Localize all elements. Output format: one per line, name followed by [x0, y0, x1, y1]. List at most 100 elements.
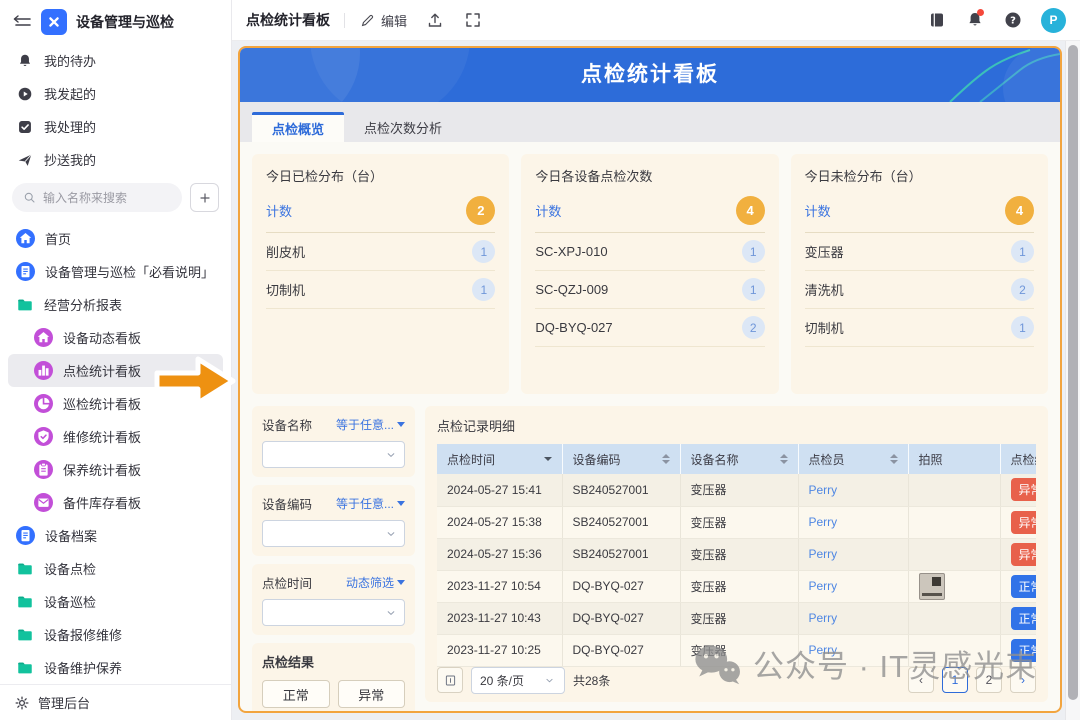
sidebar-item-device-patrol[interactable]: 设备巡检	[8, 585, 223, 618]
sidebar-item-label: 我的待办	[44, 51, 96, 70]
sidebar-item-device-maintenance[interactable]: 设备维护保养	[8, 651, 223, 684]
sidebar-item-device-inspection[interactable]: 设备点检	[8, 552, 223, 585]
sidebar-item-label: 设备巡检	[44, 592, 96, 611]
caret-down-icon	[397, 501, 405, 506]
filter-panel: 设备名称 等于任意... 设备编码 等于任意...	[252, 406, 415, 713]
sidebar-item-label: 点检统计看板	[63, 361, 141, 380]
lower-row: 设备名称 等于任意... 设备编码 等于任意...	[252, 406, 1048, 713]
count-badge: 4	[736, 196, 765, 225]
device-code-select[interactable]	[262, 520, 405, 547]
count-label[interactable]: 计数	[535, 201, 561, 220]
list-item[interactable]: DQ-BYQ-027 2	[535, 309, 764, 347]
home-icon	[34, 328, 53, 347]
dashboard-container: 点检统计看板 点检概览 点检次数分析 今日已检分布（台） 计数 2	[238, 46, 1062, 713]
next-page-button[interactable]: ›	[1010, 667, 1036, 693]
value-badge: 1	[472, 278, 495, 301]
column-header-code[interactable]: 设备编码	[562, 444, 680, 474]
tab-inspection-frequency[interactable]: 点检次数分析	[344, 112, 462, 142]
list-item[interactable]: SC-QZJ-009 1	[535, 271, 764, 309]
sidebar-group-analysis-reports[interactable]: 经营分析报表	[8, 288, 223, 321]
search-input[interactable]: 输入名称来搜索	[12, 183, 182, 212]
sidebar-item-label: 我处理的	[44, 117, 96, 136]
docs-button[interactable]	[927, 10, 947, 30]
sidebar-item-repair-dashboard[interactable]: 维修统计看板	[8, 420, 223, 453]
filter-inspection-result: 点检结果 正常 异常	[252, 643, 415, 713]
inspector-link[interactable]: Perry	[809, 579, 838, 593]
photo-thumbnail[interactable]	[919, 573, 945, 600]
filter-operator-dropdown[interactable]: 等于任意...	[336, 416, 405, 433]
sidebar-item-home[interactable]: 首页	[8, 222, 223, 255]
filter-result-normal-button[interactable]: 正常	[262, 680, 330, 708]
filter-result-abnormal-button[interactable]: 异常	[338, 680, 406, 708]
column-header-name[interactable]: 设备名称	[680, 444, 798, 474]
column-header-time[interactable]: 点检时间	[437, 444, 562, 474]
column-header-photo[interactable]: 拍照	[908, 444, 1000, 474]
filter-label: 设备名称	[262, 415, 312, 434]
page-size-select[interactable]: 20 条/页	[471, 667, 565, 694]
prev-page-button[interactable]: ‹	[908, 667, 934, 693]
filter-label: 点检时间	[262, 573, 312, 592]
list-item[interactable]: 切制机 1	[266, 271, 495, 309]
count-label[interactable]: 计数	[805, 201, 831, 220]
filter-operator-dropdown[interactable]: 等于任意...	[336, 495, 405, 512]
list-item[interactable]: 变压器 1	[805, 233, 1034, 271]
count-row: 计数 4	[805, 189, 1034, 233]
sidebar-item-inspection-dashboard[interactable]: 点检统计看板	[8, 354, 223, 387]
dashboard-content: 今日已检分布（台） 计数 2 削皮机 1 切制机 1	[240, 142, 1060, 713]
inspector-link[interactable]: Perry	[809, 547, 838, 561]
column-header-inspector[interactable]: 点检员	[798, 444, 908, 474]
filter-label: 设备编码	[262, 494, 312, 513]
help-button[interactable]	[1003, 10, 1023, 30]
sidebar-item-label: 设备管理与巡检「必看说明」	[45, 262, 214, 281]
sidebar-item-guide[interactable]: 设备管理与巡检「必看说明」	[8, 255, 223, 288]
list-item[interactable]: 削皮机 1	[266, 233, 495, 271]
folder-icon	[16, 626, 34, 644]
sidebar-item-cc-to-me[interactable]: 抄送我的	[8, 143, 223, 176]
add-button[interactable]	[190, 183, 219, 212]
sidebar-item-device-archive[interactable]: 设备档案	[8, 519, 223, 552]
edit-button[interactable]: 编辑	[359, 11, 407, 30]
card-inspected-today: 今日已检分布（台） 计数 2 削皮机 1 切制机 1	[252, 154, 509, 394]
sidebar-item-my-initiated[interactable]: 我发起的	[8, 77, 223, 110]
user-avatar[interactable]: P	[1041, 8, 1066, 33]
inspector-link[interactable]: Perry	[809, 483, 838, 497]
sidebar-item-device-dashboard[interactable]: 设备动态看板	[8, 321, 223, 354]
app-window: 设备管理与巡检 我的待办 我发起的 我处理的 抄送我的 输入	[0, 0, 1080, 720]
list-item[interactable]: SC-XPJ-010 1	[535, 233, 764, 271]
folder-icon	[16, 659, 34, 677]
sidebar-item-patrol-dashboard[interactable]: 巡检统计看板	[8, 387, 223, 420]
sidebar-workflow-group: 我的待办 我发起的 我处理的 抄送我的	[0, 44, 231, 176]
inspector-link[interactable]: Perry	[809, 643, 838, 657]
page-button-2[interactable]: 2	[976, 667, 1002, 693]
table-view-button[interactable]	[437, 667, 463, 693]
sidebar-item-spareparts-dashboard[interactable]: 备件库存看板	[8, 486, 223, 519]
share-button[interactable]	[425, 10, 445, 30]
collapse-sidebar-icon[interactable]	[12, 12, 32, 32]
sidebar-item-my-handled[interactable]: 我处理的	[8, 110, 223, 143]
value-badge: 1	[472, 240, 495, 263]
result-badge-abnormal: 异常	[1011, 478, 1037, 501]
caret-down-icon	[397, 580, 405, 585]
sidebar-item-device-repair[interactable]: 设备报修维修	[8, 618, 223, 651]
sidebar-item-my-todo[interactable]: 我的待办	[8, 44, 223, 77]
chevron-down-icon	[543, 674, 556, 687]
tab-inspection-overview[interactable]: 点检概览	[252, 112, 344, 142]
list-item[interactable]: 清洗机 2	[805, 271, 1034, 309]
list-item[interactable]: 切制机 1	[805, 309, 1034, 347]
device-name-select[interactable]	[262, 441, 405, 468]
filter-operator-dropdown[interactable]: 动态筛选	[346, 574, 405, 591]
inspection-time-select[interactable]	[262, 599, 405, 626]
admin-console-button[interactable]: 管理后台	[0, 684, 231, 720]
count-label[interactable]: 计数	[266, 201, 292, 220]
inspector-link[interactable]: Perry	[809, 611, 838, 625]
page-button-1[interactable]: 1	[942, 667, 968, 693]
inspector-link[interactable]: Perry	[809, 515, 838, 529]
scrollbar-thumb[interactable]	[1068, 45, 1078, 700]
sidebar-item-label: 保养统计看板	[63, 460, 141, 479]
notifications-button[interactable]	[965, 10, 985, 30]
column-header-result[interactable]: 点检结果	[1000, 444, 1036, 474]
sorter-icon	[780, 454, 788, 464]
sidebar-item-maintenance-dashboard[interactable]: 保养统计看板	[8, 453, 223, 486]
fullscreen-button[interactable]	[463, 10, 483, 30]
pagination-bar: 20 条/页 共28条 ‹ 1 2 ›	[437, 666, 1036, 694]
